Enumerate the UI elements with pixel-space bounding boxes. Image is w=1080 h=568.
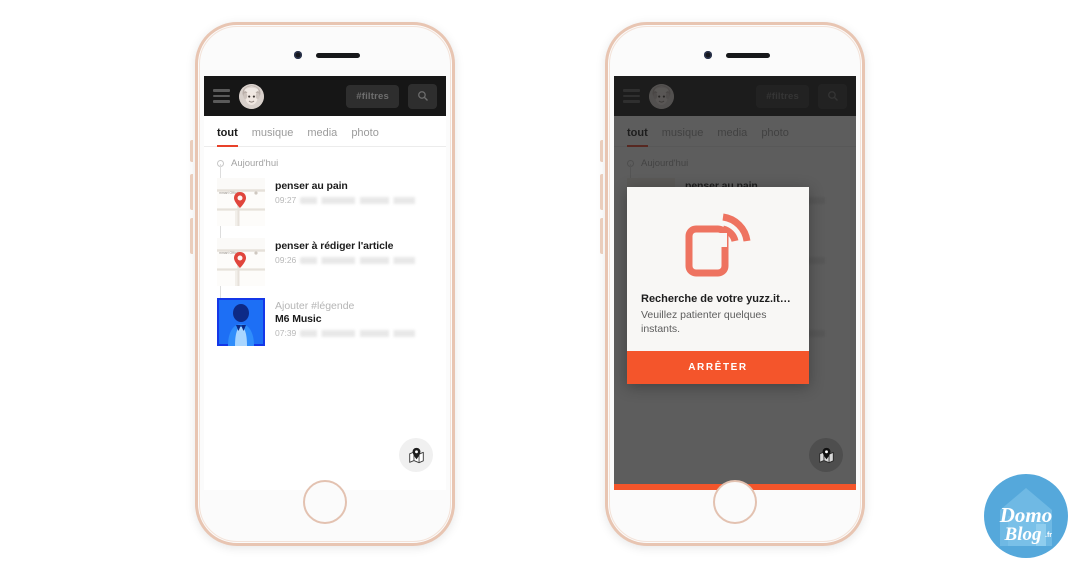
phone-screen-left: #filtres tout musique media photo Aujour… <box>204 76 446 490</box>
svg-text:Blog: Blog <box>1004 524 1042 545</box>
map-thumbnail[interactable]: mmart Office <box>217 238 265 286</box>
phone-right: #filtres tout musique media photo <box>600 22 865 546</box>
list-item-pretitle[interactable]: Ajouter #légende <box>275 300 436 312</box>
filters-button[interactable]: #filtres <box>346 84 399 108</box>
list-item[interactable]: Ajouter #légende M6 Music 07:39 <box>204 292 446 352</box>
phone-volume-up-button[interactable] <box>600 174 603 210</box>
home-button[interactable] <box>303 480 347 524</box>
tab-bar: tout musique media photo <box>204 116 446 147</box>
home-button[interactable] <box>713 480 757 524</box>
list-item-meta: 09:26 <box>275 255 436 265</box>
tab-tout[interactable]: tout <box>217 127 238 147</box>
timeline-day-header: Aujourd'hui <box>204 155 446 172</box>
phone-wifi-icon <box>627 187 809 293</box>
list-item-meta: 09:27 <box>275 195 436 205</box>
domo-blog-logo: Domo Blog .fr <box>982 472 1070 560</box>
phone-screen-right: #filtres tout musique media photo <box>614 76 856 490</box>
list-item-title: penser au pain <box>275 180 348 192</box>
list-item[interactable]: mmart Office penser à rédiger l'article … <box>204 232 446 292</box>
phone-volume-down-button[interactable] <box>190 218 193 254</box>
phone-volume-up-button[interactable] <box>190 174 193 210</box>
earpiece-speaker <box>726 53 770 58</box>
list-item[interactable]: mmart Office penser au pain 09:27 <box>204 172 446 232</box>
phone-side-button[interactable] <box>190 140 193 162</box>
map-fab-button[interactable] <box>809 438 843 472</box>
list-item-meta: 07:39 <box>275 328 436 338</box>
hamburger-icon[interactable] <box>213 89 230 103</box>
app-header: #filtres <box>204 76 446 116</box>
list-item-title: M6 Music <box>275 313 322 325</box>
list-item-time: 09:26 <box>275 255 297 265</box>
modal-text-block: Recherche de votre yuzz.it… Veuillez pat… <box>627 293 809 351</box>
svg-text:.fr: .fr <box>1045 532 1052 539</box>
stop-button[interactable]: ARRÊTER <box>627 350 809 384</box>
earpiece-speaker <box>316 53 360 58</box>
map-pin-icon <box>408 447 424 463</box>
photo-thumbnail[interactable] <box>217 298 265 346</box>
list-item-subtitle-blurred <box>300 329 421 337</box>
search-icon <box>417 91 428 101</box>
list-item-time: 07:39 <box>275 328 297 338</box>
search-button[interactable] <box>408 83 437 109</box>
list-item-title: penser à rédiger l'article <box>275 240 394 252</box>
timeline-feed: Aujourd'hui mmart Office penser au pain … <box>204 147 446 352</box>
map-pin-icon <box>818 447 834 463</box>
modal-title: Recherche de votre yuzz.it… <box>641 293 791 305</box>
phone-side-button[interactable] <box>600 140 603 162</box>
tab-photo[interactable]: photo <box>351 127 379 146</box>
map-thumbnail[interactable]: mmart Office <box>217 178 265 226</box>
map-fab-button[interactable] <box>399 438 433 472</box>
tab-media[interactable]: media <box>307 127 337 146</box>
user-avatar[interactable] <box>239 83 264 109</box>
modal-subtitle: Veuillez patienter quelques instants. <box>641 309 767 335</box>
tab-musique[interactable]: musique <box>252 127 294 146</box>
list-item-time: 09:27 <box>275 195 297 205</box>
day-label: Aujourd'hui <box>231 158 279 169</box>
front-camera-icon <box>704 51 712 59</box>
list-item-subtitle-blurred <box>300 196 421 204</box>
phone-left: #filtres tout musique media photo Aujour… <box>190 22 455 546</box>
screenshot-stage: #filtres tout musique media photo Aujour… <box>0 0 1080 568</box>
front-camera-icon <box>294 51 302 59</box>
search-progress-modal: Recherche de votre yuzz.it… Veuillez pat… <box>627 187 809 384</box>
list-item-subtitle-blurred <box>300 256 421 264</box>
phone-volume-down-button[interactable] <box>600 218 603 254</box>
